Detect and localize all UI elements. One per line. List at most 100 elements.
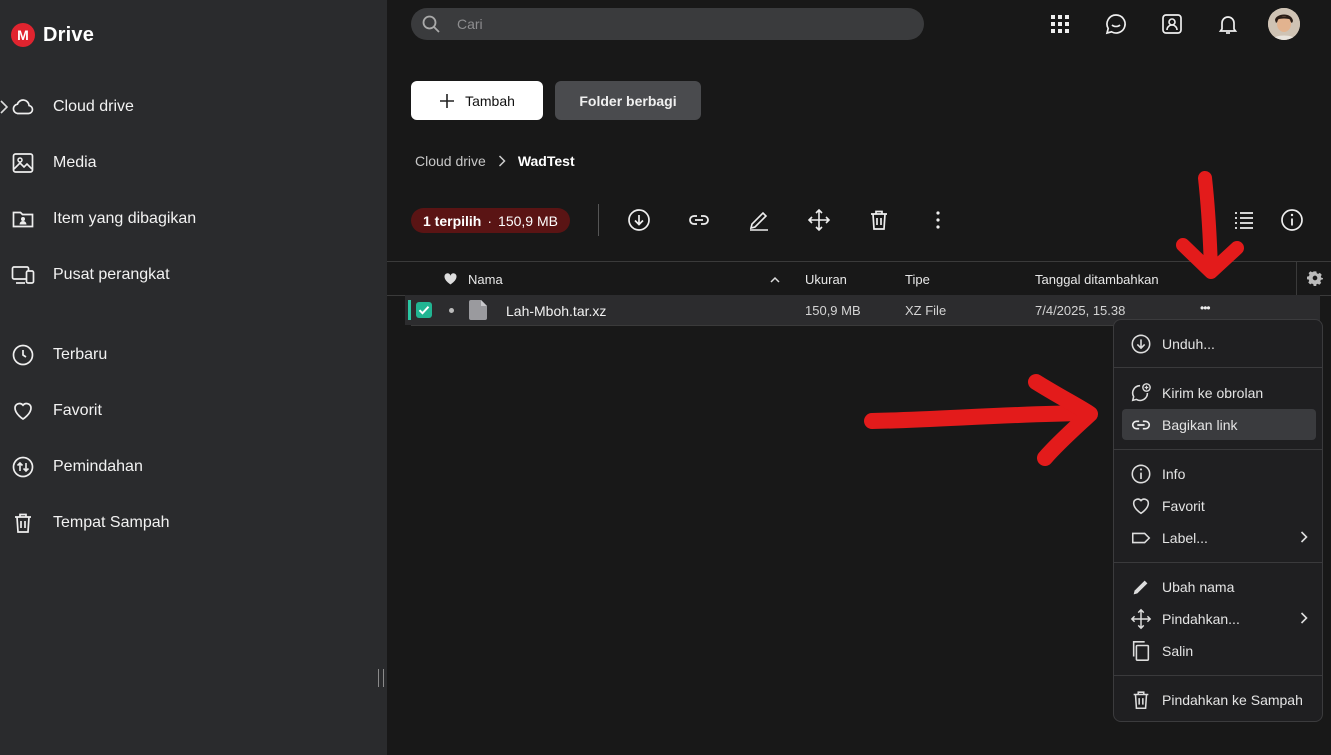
right-arrow-annotation — [864, 374, 1098, 466]
menu-item-label: Ubah nama — [1162, 578, 1235, 595]
column-header-name[interactable]: Nama — [468, 272, 503, 287]
favorite-dot[interactable] — [449, 308, 454, 313]
menu-item-move[interactable]: Pindahkan... — [1122, 603, 1316, 634]
file-icon — [469, 300, 487, 320]
menu-item-copy[interactable]: Salin — [1122, 635, 1316, 666]
menu-item-info[interactable]: Info — [1122, 458, 1316, 489]
sidebar-resize-handle[interactable] — [378, 669, 384, 687]
file-date: 7/4/2025, 15.38 — [1035, 303, 1126, 318]
info-icon — [1131, 464, 1151, 484]
bell-icon[interactable] — [1216, 12, 1240, 36]
user-photo-icon — [1268, 8, 1300, 40]
trash-icon — [1133, 691, 1149, 710]
more-vertical-icon[interactable] — [926, 208, 950, 232]
table-header: Nama Ukuran Tipe Tanggal ditambahkan — [387, 261, 1331, 296]
add-button-label: Tambah — [465, 92, 515, 109]
sidebar-item-label: Cloud drive — [53, 98, 134, 115]
sidebar-item-label: Pusat perangkat — [53, 266, 170, 283]
sidebar-item-shared[interactable]: Item yang dibagikan — [0, 199, 387, 239]
column-settings[interactable] — [1296, 261, 1331, 296]
mega-logo-icon: M — [11, 23, 35, 47]
plus-icon — [440, 93, 455, 108]
selection-separator: · — [487, 212, 493, 229]
sidebar-item-label: Tempat Sampah — [53, 514, 170, 531]
menu-item-rename[interactable]: Ubah nama — [1122, 571, 1316, 602]
sidebar-item-devices[interactable]: Pusat perangkat — [0, 255, 387, 295]
menu-item-label: Unduh... — [1162, 335, 1215, 352]
sidebar-item-transfers[interactable]: Pemindahan — [0, 447, 387, 487]
menu-item-label: Info — [1162, 465, 1186, 482]
sort-ascending-icon[interactable] — [770, 276, 780, 283]
menu-separator — [1114, 675, 1322, 676]
rename-icon[interactable] — [747, 208, 771, 232]
info-icon[interactable] — [1280, 208, 1304, 232]
sidebar-item-favorites[interactable]: Favorit — [0, 391, 387, 431]
menu-item-download[interactable]: Unduh... — [1122, 328, 1316, 359]
row-checkbox[interactable] — [416, 302, 432, 318]
selection-size: 150,9 MB — [498, 212, 558, 229]
move-icon[interactable] — [807, 208, 831, 232]
sidebar-item-media[interactable]: Media — [0, 143, 387, 183]
list-view-icon[interactable] — [1232, 208, 1256, 232]
app-title: Drive — [43, 23, 95, 46]
menu-item-move-to-trash[interactable]: Pindahkan ke Sampah — [1122, 684, 1316, 715]
sidebar-item-recent[interactable]: Terbaru — [0, 335, 387, 375]
heart-icon — [14, 402, 32, 421]
download-icon[interactable] — [627, 208, 651, 232]
file-size: 150,9 MB — [805, 303, 861, 318]
column-header-type[interactable]: Tipe — [905, 272, 930, 287]
transfers-icon — [12, 456, 34, 478]
search-bar[interactable] — [411, 8, 924, 40]
shared-folder-button[interactable]: Folder berbagi — [555, 81, 701, 120]
menu-item-label: Bagikan link — [1162, 416, 1238, 433]
sidebar-item-label: Pemindahan — [53, 458, 143, 475]
checkmark-icon — [418, 306, 430, 315]
heart-filled-icon[interactable] — [444, 273, 457, 285]
menu-item-share-link[interactable]: Bagikan link — [1122, 409, 1316, 440]
menu-item-favorite[interactable]: Favorit — [1122, 490, 1316, 521]
send-to-chat-icon — [1131, 383, 1151, 402]
column-header-size[interactable]: Ukuran — [805, 272, 847, 287]
chevron-right-icon — [1300, 531, 1308, 543]
menu-item-label: Salin — [1162, 642, 1194, 659]
link-icon[interactable] — [687, 208, 711, 232]
app-logo[interactable]: M Drive — [11, 23, 94, 47]
sidebar: M Drive Cloud drive Media Item yang diba… — [0, 0, 387, 755]
devices-icon — [11, 266, 35, 284]
avatar[interactable] — [1268, 8, 1300, 40]
trash-icon[interactable] — [867, 208, 891, 232]
add-button[interactable]: Tambah — [411, 81, 543, 120]
breadcrumb: Cloud drive WadTest — [415, 153, 575, 169]
context-menu: Unduh... Kirim ke obrolan Bagikan link I… — [1113, 319, 1323, 722]
menu-item-label: Pindahkan... — [1162, 610, 1240, 627]
search-input[interactable] — [457, 14, 897, 34]
contacts-icon[interactable] — [1160, 12, 1184, 36]
menu-separator — [1114, 449, 1322, 450]
trash-icon — [15, 513, 31, 533]
menu-item-label: Label... — [1162, 529, 1208, 546]
sidebar-item-label: Item yang dibagikan — [53, 210, 197, 227]
menu-item-label-submenu[interactable]: Label... — [1122, 522, 1316, 553]
move-icon — [1130, 608, 1152, 630]
column-header-date[interactable]: Tanggal ditambahkan — [1035, 272, 1159, 287]
chat-icon[interactable] — [1104, 12, 1128, 36]
down-arrow-annotation — [1176, 171, 1244, 279]
sidebar-item-label: Favorit — [53, 402, 102, 419]
rename-icon — [1133, 580, 1148, 595]
sidebar-item-cloud-drive[interactable]: Cloud drive — [0, 87, 387, 127]
download-icon — [1131, 334, 1151, 354]
toolbar-divider — [598, 204, 599, 236]
menu-item-send-to-chat[interactable]: Kirim ke obrolan — [1122, 377, 1316, 408]
menu-item-label: Favorit — [1162, 497, 1205, 514]
selection-badge: 1 terpilih · 150,9 MB — [411, 208, 570, 233]
cloud-icon — [12, 99, 34, 115]
apps-grid-icon[interactable] — [1048, 12, 1072, 36]
menu-separator — [1114, 562, 1322, 563]
sidebar-item-trash[interactable]: Tempat Sampah — [0, 503, 387, 543]
breadcrumb-root[interactable]: Cloud drive — [415, 153, 486, 169]
menu-item-label: Pindahkan ke Sampah — [1162, 691, 1303, 708]
clock-icon — [12, 344, 34, 366]
row-more-button[interactable]: ••• — [1200, 301, 1211, 315]
file-name[interactable]: Lah-Mboh.tar.xz — [506, 303, 606, 319]
file-type: XZ File — [905, 303, 947, 318]
